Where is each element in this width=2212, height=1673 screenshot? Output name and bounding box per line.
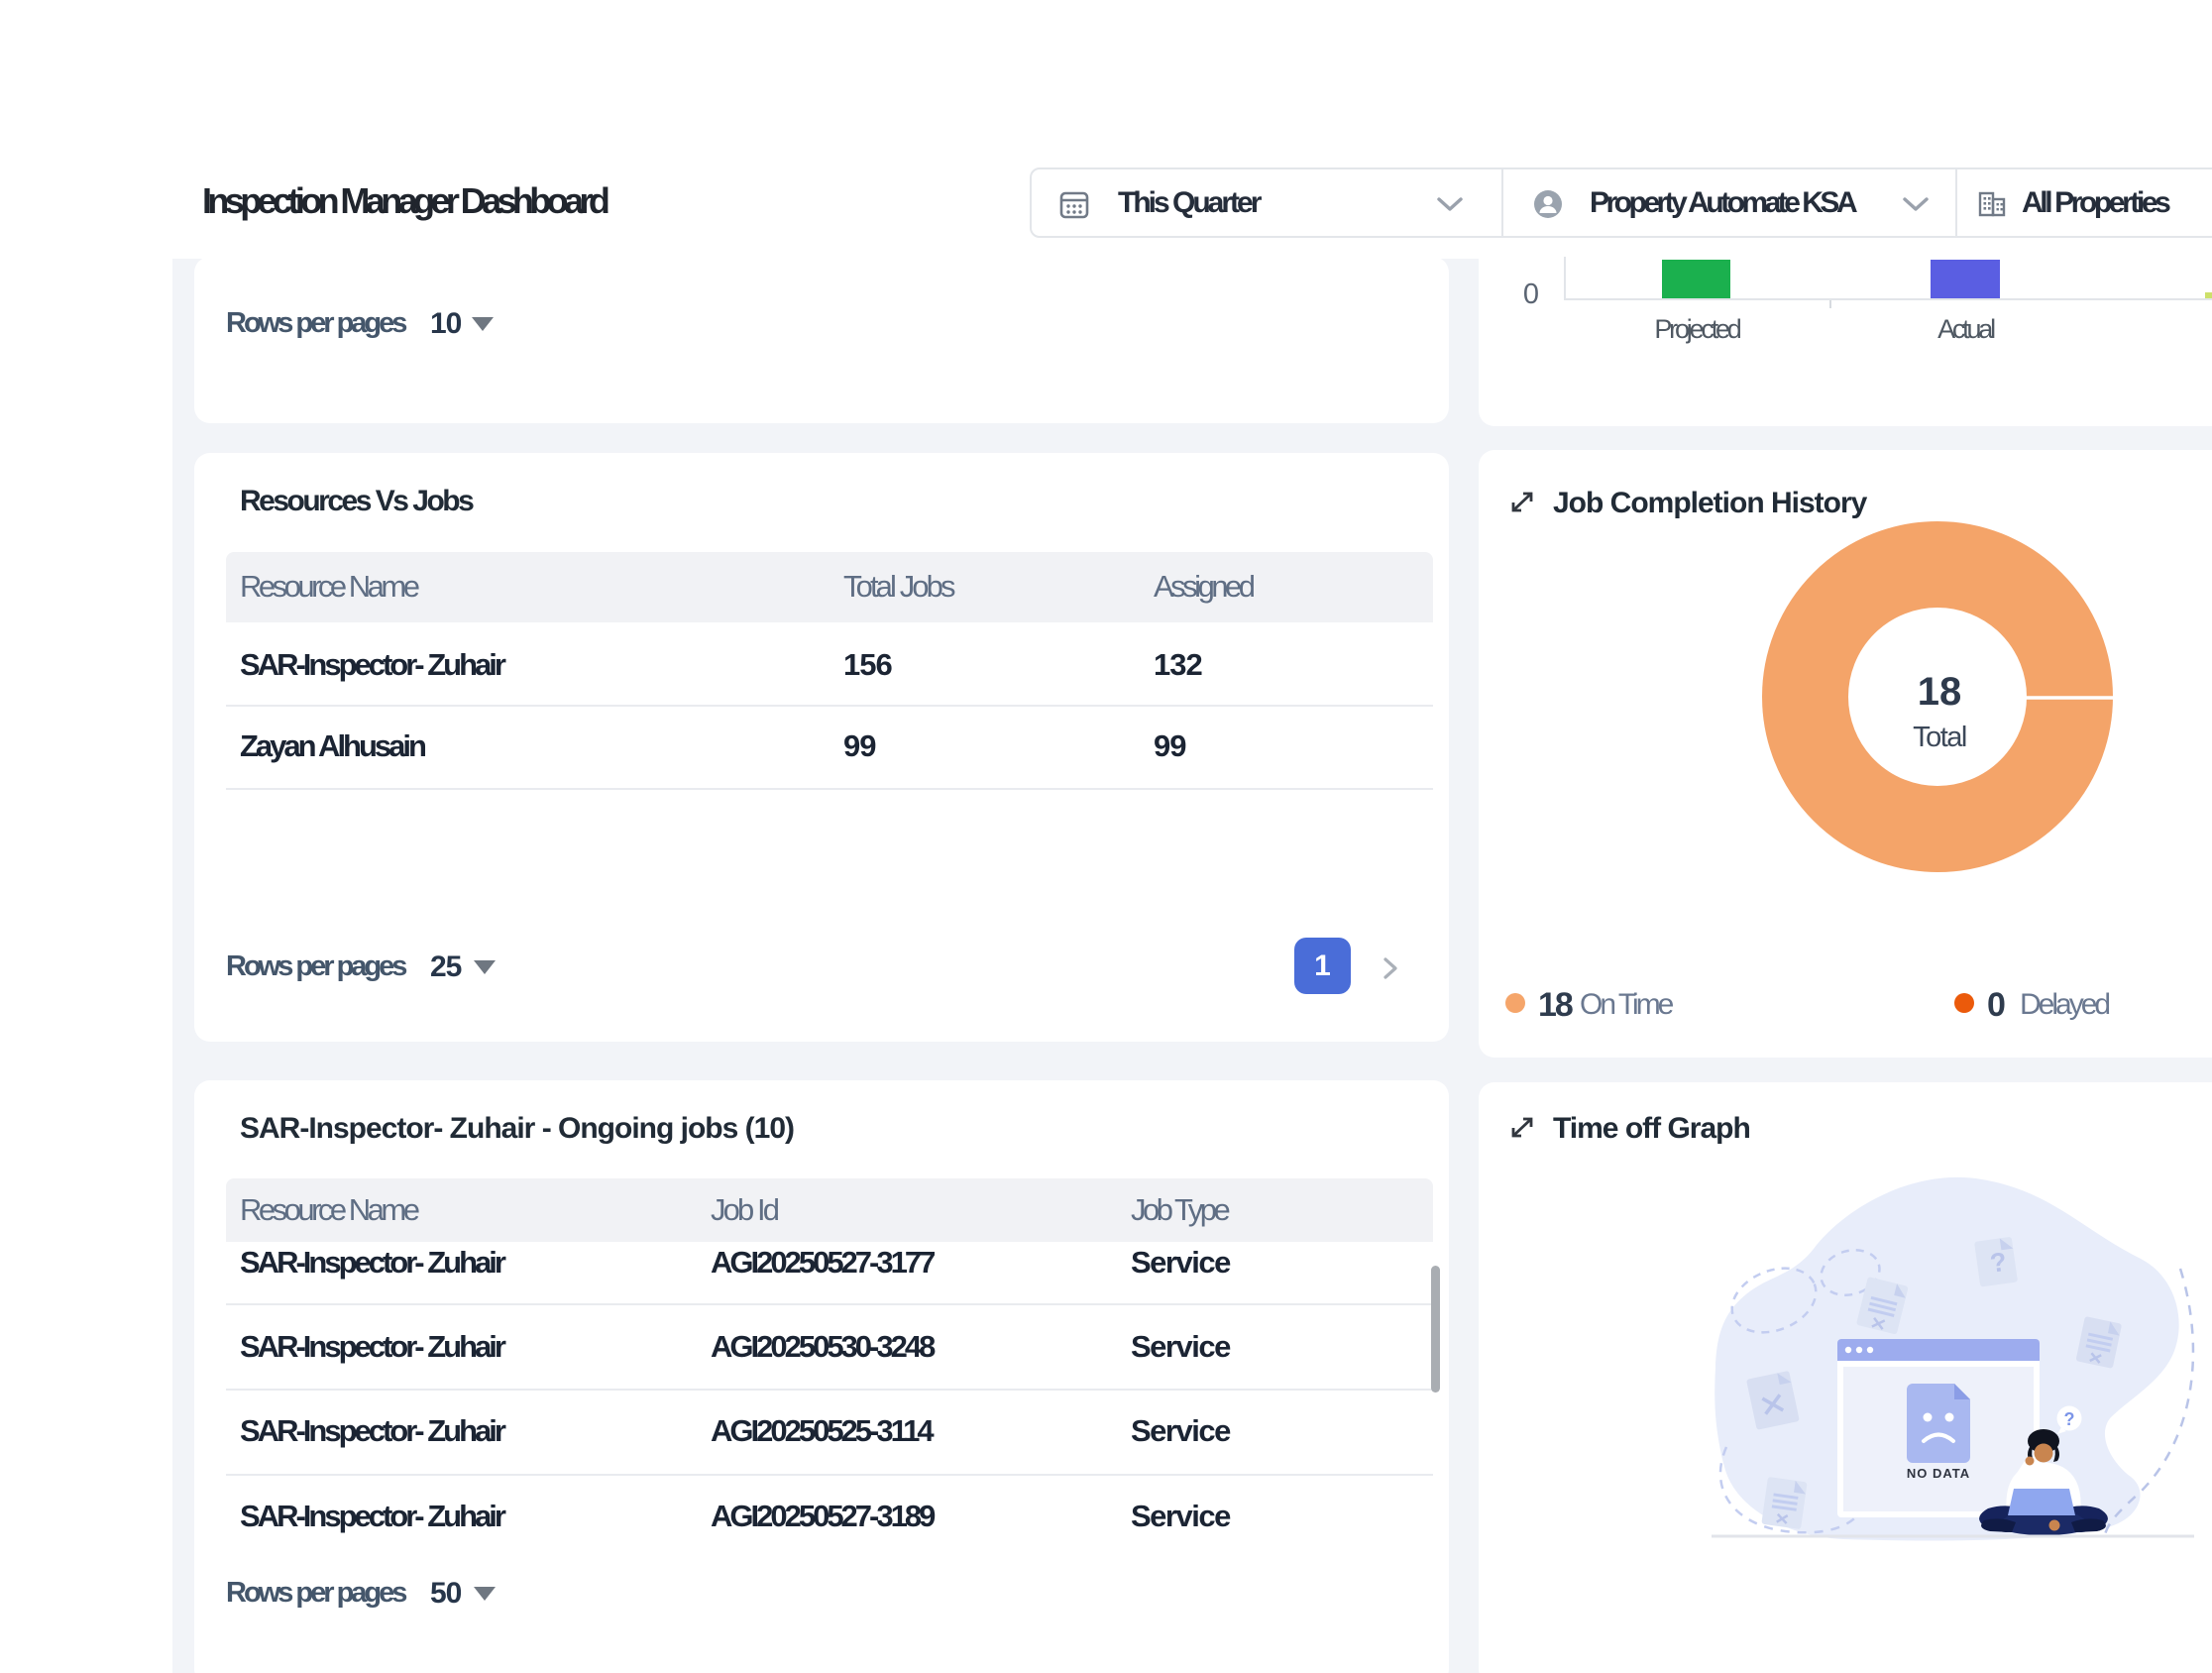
svg-text:NO DATA: NO DATA — [1907, 1466, 1970, 1481]
svg-text:?: ? — [2064, 1409, 2075, 1429]
